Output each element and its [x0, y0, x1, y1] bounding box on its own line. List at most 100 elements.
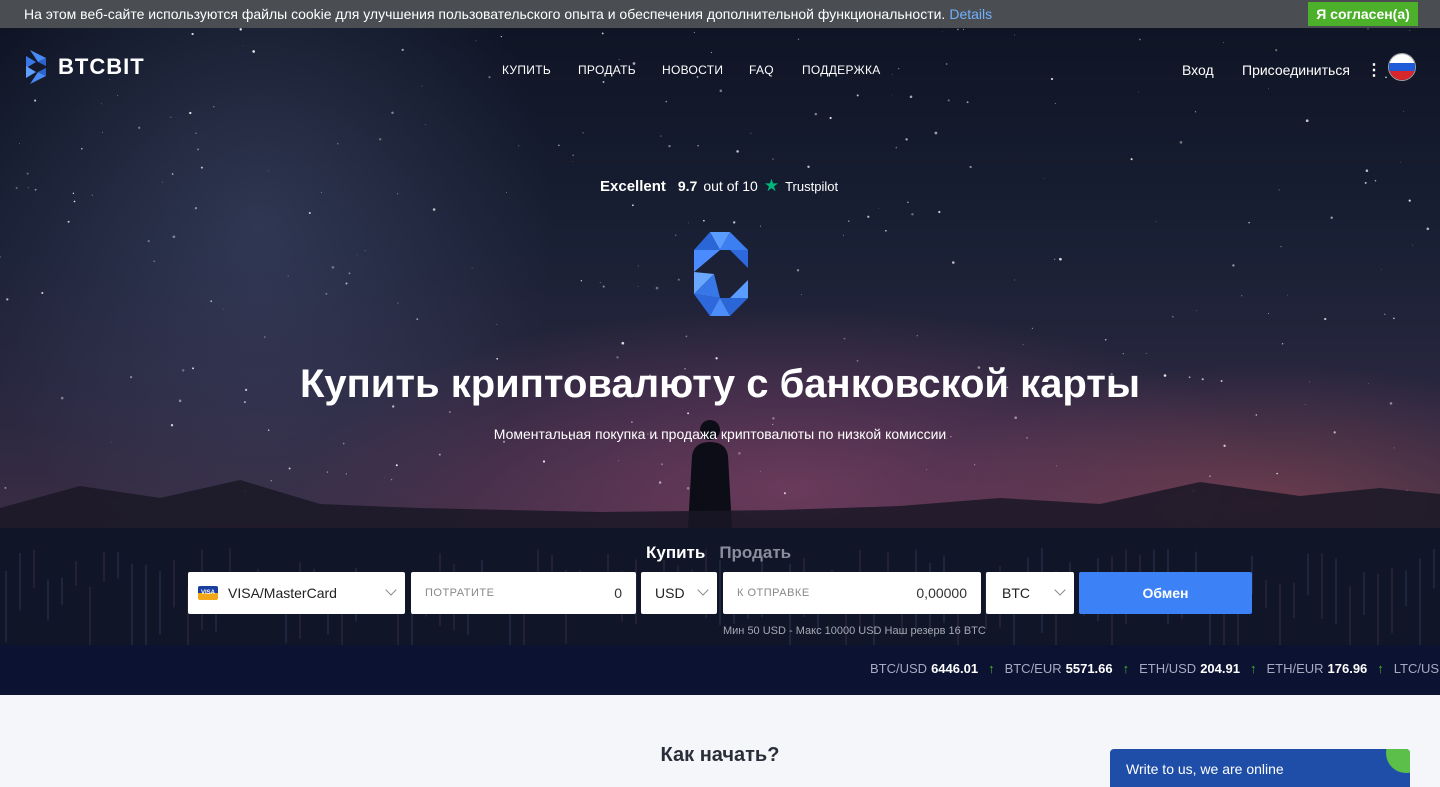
chat-label: Write to us, we are online	[1126, 761, 1284, 777]
star-dot	[814, 112, 818, 116]
tab-buy[interactable]: Купить	[646, 543, 705, 563]
star-dot	[807, 165, 810, 168]
star-dot	[856, 94, 859, 97]
chat-status-icon	[1386, 749, 1410, 773]
live-chat-widget[interactable]: Write to us, we are online	[1110, 749, 1410, 787]
star-dot	[957, 28, 959, 31]
star-dot	[1399, 161, 1401, 163]
star-dot	[660, 135, 662, 137]
star-dot	[252, 50, 256, 53]
star-dot	[797, 38, 800, 40]
nav-buy[interactable]: КУПИТЬ	[502, 63, 551, 77]
nav-faq[interactable]: FAQ	[749, 63, 774, 77]
star-dot	[665, 100, 668, 103]
payment-method-select[interactable]: VISA VISA/MasterCard	[188, 572, 405, 614]
star-dot	[1122, 353, 1124, 355]
star-dot	[1305, 119, 1309, 123]
nav-sell[interactable]: ПРОДАТЬ	[578, 63, 636, 77]
star-dot	[1275, 49, 1278, 52]
star-dot	[308, 211, 311, 215]
ticker-item: LTC/USD	[1394, 661, 1440, 676]
receive-amount-input[interactable]: К ОТПРАВКЕ 0,00000	[723, 572, 981, 614]
arrow-up-icon: ↑	[1122, 661, 1130, 676]
ticker-item: ETH/USD 204.91 ↑	[1139, 661, 1256, 676]
visa-card-icon: VISA	[198, 586, 218, 600]
star-dot	[325, 292, 328, 295]
hero-title: Купить криптовалюту с банковской карты	[299, 362, 1141, 406]
chevron-down-icon	[697, 584, 709, 596]
star-dot	[337, 143, 339, 145]
star-dot	[719, 89, 723, 93]
site-logo[interactable]: BTCBIT	[24, 50, 145, 84]
star-dot	[688, 222, 689, 224]
star-dot	[421, 85, 423, 87]
star-dot	[101, 103, 102, 105]
star-dot	[848, 220, 850, 222]
ticker-value: 6446.01	[931, 661, 979, 676]
star-dot	[843, 337, 846, 340]
star-dot	[974, 464, 976, 466]
exchange-limits: Мин 50 USD - Макс 10000 USD Наш резерв 1…	[723, 625, 986, 637]
receive-currency-select[interactable]: BTC	[986, 572, 1074, 614]
star-dot	[391, 111, 394, 115]
star-dot	[772, 417, 775, 420]
star-dot	[772, 158, 774, 160]
star-dot	[733, 221, 736, 224]
btcbit-logo-icon	[26, 50, 46, 84]
trustpilot-rating[interactable]: Excellent 9.7 out of 10 ★ Trustpilot	[600, 176, 860, 196]
star-dot	[379, 138, 382, 141]
price-ticker: BTC/USD 6446.01 ↑ BTC/EUR 5571.66 ↑ ETH/…	[0, 645, 1440, 695]
star-dot	[616, 356, 619, 359]
star-dot	[80, 147, 83, 150]
star-dot	[1403, 111, 1404, 112]
star-dot	[1385, 76, 1387, 79]
nav-support[interactable]: ПОДДЕРЖКА	[802, 63, 881, 77]
star-dot	[631, 421, 633, 423]
exchange-submit-button[interactable]: Обмен	[1079, 572, 1252, 614]
spend-amount-input[interactable]: ПОТРАТИТЕ 0	[411, 572, 636, 614]
star-dot	[1031, 327, 1033, 329]
spend-currency-label: USD	[655, 585, 685, 601]
ticker-pair: ETH/USD	[1139, 661, 1197, 676]
star-dot	[189, 111, 192, 115]
nav-news[interactable]: НОВОСТИ	[662, 63, 723, 77]
arrow-up-icon: ↑	[988, 661, 995, 676]
russia-flag-icon[interactable]	[1388, 53, 1416, 81]
cookie-details-link[interactable]: Details	[949, 6, 992, 22]
star-dot	[345, 282, 348, 285]
star-dot	[267, 170, 269, 172]
star-dot	[1393, 447, 1395, 449]
star-dot	[945, 63, 948, 65]
spend-currency-select[interactable]: USD	[641, 572, 717, 614]
star-dot	[674, 234, 677, 236]
star-dot	[1408, 199, 1411, 202]
star-dot	[91, 194, 93, 196]
star-dot	[195, 132, 197, 134]
star-dot	[843, 234, 844, 236]
star-dot	[1059, 257, 1062, 261]
star-dot	[102, 131, 103, 133]
star-dot	[952, 261, 955, 264]
star-dot	[1384, 313, 1386, 315]
star-dot	[15, 186, 18, 189]
star-dot	[618, 460, 619, 462]
star-dot	[677, 278, 680, 281]
star-dot	[1364, 181, 1367, 184]
ticker-value: 5571.66	[1065, 661, 1113, 676]
star-dot	[27, 187, 29, 189]
star-dot	[6, 298, 9, 301]
star-dot	[496, 323, 498, 325]
login-link[interactable]: Вход	[1182, 62, 1214, 78]
star-dot	[966, 101, 969, 104]
star-dot	[897, 67, 900, 70]
tab-sell[interactable]: Продать	[719, 543, 791, 563]
star-dot	[938, 210, 941, 214]
ticker-value: 176.96	[1327, 661, 1368, 676]
star-dot	[1171, 315, 1174, 318]
star-dot	[772, 423, 774, 426]
star-dot	[1054, 102, 1056, 104]
join-link[interactable]: Присоединиться	[1242, 62, 1350, 78]
cookie-accept-button[interactable]: Я согласен(а)	[1308, 2, 1418, 26]
more-menu-icon[interactable]: ⋮	[1366, 60, 1382, 80]
star-dot	[905, 138, 908, 141]
